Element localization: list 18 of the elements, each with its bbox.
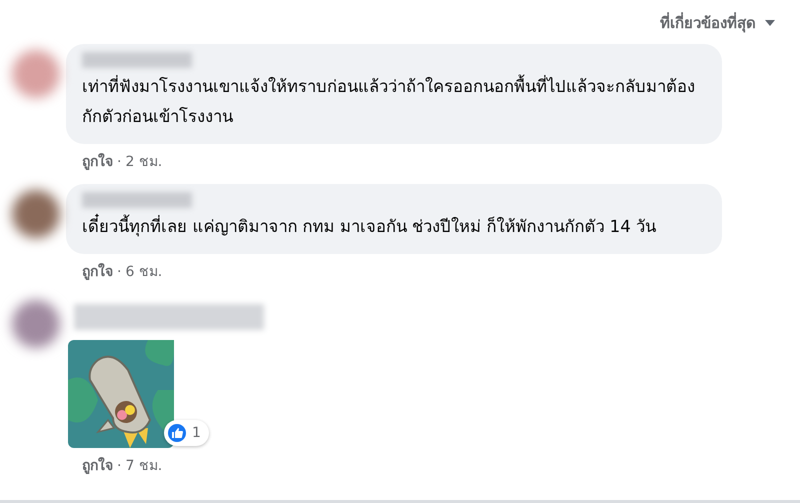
separator-dot: · bbox=[117, 264, 122, 280]
comment-time[interactable]: 6 ชม. bbox=[125, 264, 162, 280]
comment-time[interactable]: 2 ชม. bbox=[125, 154, 162, 170]
separator-dot: · bbox=[117, 154, 122, 170]
like-link[interactable]: ถูกใจ bbox=[82, 458, 113, 474]
separator-dot: · bbox=[117, 458, 122, 474]
avatar[interactable] bbox=[12, 300, 60, 348]
caret-icon bbox=[764, 19, 776, 27]
like-link[interactable]: ถูกใจ bbox=[82, 264, 113, 280]
avatar[interactable] bbox=[12, 190, 60, 238]
like-link[interactable]: ถูกใจ bbox=[82, 154, 113, 170]
sort-dropdown[interactable]: ที่เกี่ยวข้องที่สุด bbox=[660, 8, 776, 38]
comment-time[interactable]: 7 ชม. bbox=[125, 458, 162, 474]
comment-text: เดี๋ยวนี้ทุกที่เลย แค่ญาติมาจาก กทม มาเจอกัน ช่วงปีใหม่ ก็ให้พักงานกักตัว 14 วัน bbox=[82, 212, 708, 242]
avatar[interactable] bbox=[12, 50, 60, 98]
thumbs-up-icon bbox=[168, 424, 186, 442]
comment-text: เท่าที่ฟังมาโรงงานเขาแจ้งให้ทราบก่อนแล้วว่าถ้าใครออกนอกพื้นที่ไปแล้วจะกลับมาต้องกักตัวก่อนเข้าโรงงาน bbox=[82, 72, 708, 132]
reaction-badge[interactable]: 1 bbox=[164, 420, 209, 446]
